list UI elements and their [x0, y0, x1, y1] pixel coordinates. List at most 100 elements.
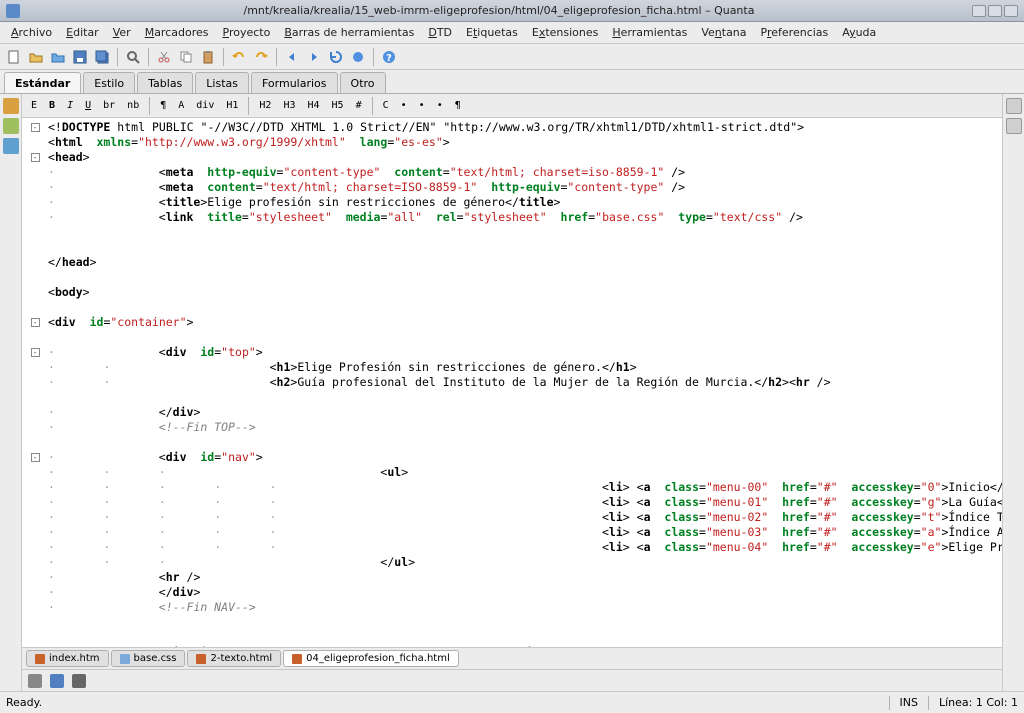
reload-icon[interactable]	[326, 47, 346, 67]
find-icon[interactable]	[123, 47, 143, 67]
menubar: ArchivoEditarVerMarcadoresProyectoBarras…	[0, 22, 1024, 44]
tagbtn-2[interactable]: I	[62, 97, 78, 114]
file-icon	[35, 654, 45, 664]
open-icon[interactable]	[26, 47, 46, 67]
panel-preview-icon[interactable]	[50, 674, 64, 688]
code-line	[22, 330, 1002, 345]
code-line: · </div>	[22, 405, 1002, 420]
cut-icon[interactable]	[154, 47, 174, 67]
window-controls	[972, 5, 1018, 17]
redo-icon[interactable]	[251, 47, 271, 67]
code-line: · <meta content="text/html; charset=ISO-…	[22, 180, 1002, 195]
code-line: </head>	[22, 255, 1002, 270]
file-tab-04_eligeprofesion_ficha.html[interactable]: 04_eligeprofesion_ficha.html	[283, 650, 459, 667]
tagbtn-0[interactable]: E	[26, 97, 42, 114]
tagbtn-12[interactable]: H4	[302, 97, 324, 114]
copy-icon[interactable]	[176, 47, 196, 67]
tagbtn-6[interactable]: ¶	[155, 97, 171, 114]
help-icon[interactable]: ?	[379, 47, 399, 67]
code-line: · <meta http-equiv="content-type" conten…	[22, 165, 1002, 180]
maximize-button[interactable]	[988, 5, 1002, 17]
file-tab-base.css[interactable]: base.css	[111, 650, 186, 667]
tagbtn-11[interactable]: H3	[278, 97, 300, 114]
code-line	[22, 615, 1002, 630]
file-tab-2-texto.html[interactable]: 2-texto.html	[187, 650, 281, 667]
menu-ver[interactable]: Ver	[106, 23, 138, 42]
tagbtn-14[interactable]: #	[351, 97, 367, 114]
forward-icon[interactable]	[304, 47, 324, 67]
paste-icon[interactable]	[198, 47, 218, 67]
status-pos: Línea: 1 Col: 1	[939, 696, 1018, 709]
menu-marcadores[interactable]: Marcadores	[138, 23, 216, 42]
tagbtn-8[interactable]: div	[191, 97, 219, 114]
code-line: · · <h1>Elige Profesión sin restriccione…	[22, 360, 1002, 375]
menu-ayuda[interactable]: Ayuda	[835, 23, 883, 42]
tab-formularios[interactable]: Formularios	[251, 72, 338, 93]
undo-icon[interactable]	[229, 47, 249, 67]
tab-tablas[interactable]: Tablas	[137, 72, 193, 93]
menu-extensiones[interactable]: Extensiones	[525, 23, 606, 42]
menu-proyecto[interactable]: Proyecto	[216, 23, 278, 42]
code-line: · <link title="stylesheet" media="all" r…	[22, 210, 1002, 225]
dock-project-icon[interactable]	[3, 118, 19, 134]
menu-etiquetas[interactable]: Etiquetas	[459, 23, 525, 42]
dock-tree-icon[interactable]	[1006, 118, 1022, 134]
stop-icon[interactable]	[348, 47, 368, 67]
code-line: -<div id="container">	[22, 315, 1002, 330]
dock-files-icon[interactable]	[3, 98, 19, 114]
menu-dtd[interactable]: DTD	[421, 23, 459, 42]
titlebar: /mnt/krealia/krealia/15_web-imrm-eligepr…	[0, 0, 1024, 22]
menu-archivo[interactable]: Archivo	[4, 23, 59, 42]
tagbtn-10[interactable]: H2	[254, 97, 276, 114]
tagbtn-19[interactable]: ¶	[450, 97, 466, 114]
code-line: · · <h2>Guía profesional del Instituto d…	[22, 375, 1002, 390]
tagbtn-18[interactable]: •	[432, 97, 448, 114]
menu-barras de herramientas[interactable]: Barras de herramientas	[277, 23, 421, 42]
code-editor[interactable]: -<!DOCTYPE html PUBLIC "-//W3C//DTD XHTM…	[22, 118, 1002, 647]
open-project-icon[interactable]	[48, 47, 68, 67]
close-button[interactable]	[1004, 5, 1018, 17]
tab-estilo[interactable]: Estilo	[83, 72, 135, 93]
main-toolbar: ?	[0, 44, 1024, 70]
save-icon[interactable]	[70, 47, 90, 67]
code-line	[22, 390, 1002, 405]
tagbtn-3[interactable]: U	[80, 97, 96, 114]
save-all-icon[interactable]	[92, 47, 112, 67]
tagbtn-13[interactable]: H5	[327, 97, 349, 114]
bottom-icon-bar	[22, 669, 1002, 691]
tagbtn-16[interactable]: •	[396, 97, 412, 114]
code-line: -<head>	[22, 150, 1002, 165]
tagbtn-15[interactable]: C	[378, 97, 394, 114]
panel-terminal-icon[interactable]	[72, 674, 86, 688]
tag-toolbar: EBIUbrnb¶AdivH1H2H3H4H5#C•••¶	[22, 94, 1002, 118]
code-line: · · · <ul>	[22, 465, 1002, 480]
open-files-tabs: index.htm base.css 2-texto.html04_eligepro…	[22, 647, 1002, 669]
dock-attrs-icon[interactable]	[1006, 98, 1022, 114]
file-icon	[120, 654, 130, 664]
tab-estándar[interactable]: Estándar	[4, 72, 81, 93]
panel-messages-icon[interactable]	[28, 674, 42, 688]
menu-editar[interactable]: Editar	[59, 23, 106, 42]
back-icon[interactable]	[282, 47, 302, 67]
tagbtn-9[interactable]: H1	[221, 97, 243, 114]
file-tab-label: index.htm	[49, 653, 100, 664]
menu-herramientas[interactable]: Herramientas	[605, 23, 694, 42]
menu-preferencias[interactable]: Preferencias	[754, 23, 836, 42]
tab-listas[interactable]: Listas	[195, 72, 249, 93]
code-line: -<!DOCTYPE html PUBLIC "-//W3C//DTD XHTM…	[22, 120, 1002, 135]
file-tab-index.htm[interactable]: index.htm	[26, 650, 109, 667]
tagbtn-5[interactable]: nb	[122, 97, 144, 114]
statusbar: Ready. INS Línea: 1 Col: 1	[0, 691, 1024, 713]
minimize-button[interactable]	[972, 5, 986, 17]
tagbtn-7[interactable]: A	[173, 97, 189, 114]
file-icon	[292, 654, 302, 664]
code-line: · · · · · <li> <a class="menu-02" href="…	[22, 510, 1002, 525]
dock-upload-icon[interactable]	[3, 138, 19, 154]
file-tab-label: base.css	[134, 653, 177, 664]
new-file-icon[interactable]	[4, 47, 24, 67]
tagbtn-17[interactable]: •	[414, 97, 430, 114]
tagbtn-4[interactable]: br	[98, 97, 120, 114]
tab-otro[interactable]: Otro	[340, 72, 386, 93]
menu-ventana[interactable]: Ventana	[694, 23, 753, 42]
tagbtn-1[interactable]: B	[44, 97, 60, 114]
